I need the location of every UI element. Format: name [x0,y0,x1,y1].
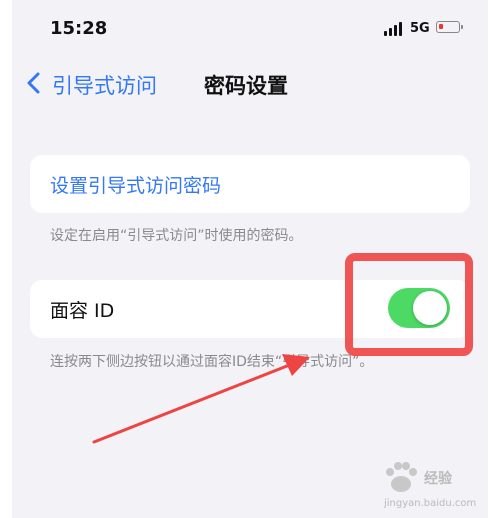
baidu-jingyan-watermark: 经验 jingyan.baidu.com [380,458,488,514]
annotation-highlight-box [345,253,473,356]
watermark-url: jingyan.baidu.com [384,498,477,509]
battery-icon [436,21,463,33]
phone-screen: 15:28 5G 引导式访问 密码设置 设置引导式访问密码 设定在启用“引导式访… [12,0,488,518]
watermark-text: 经验 [424,471,452,487]
status-time: 15:28 [50,18,108,39]
chevron-left-icon[interactable] [24,72,44,94]
passcode-group: 设置引导式访问密码 [30,155,470,213]
signal-icon [384,22,404,36]
network-type: 5G [410,21,430,36]
status-bar: 15:28 5G [12,0,488,60]
page-title: 密码设置 [204,74,288,98]
faceid-label: 面容 ID [50,300,115,322]
set-passcode-button[interactable]: 设置引导式访问密码 [50,171,221,198]
passcode-footer: 设定在启用“引导式访问”时使用的密码。 [50,228,303,244]
navigation-bar: 引导式访问 密码设置 [12,60,488,106]
paw-logo-icon [386,462,417,492]
back-button[interactable]: 引导式访问 [52,70,157,100]
